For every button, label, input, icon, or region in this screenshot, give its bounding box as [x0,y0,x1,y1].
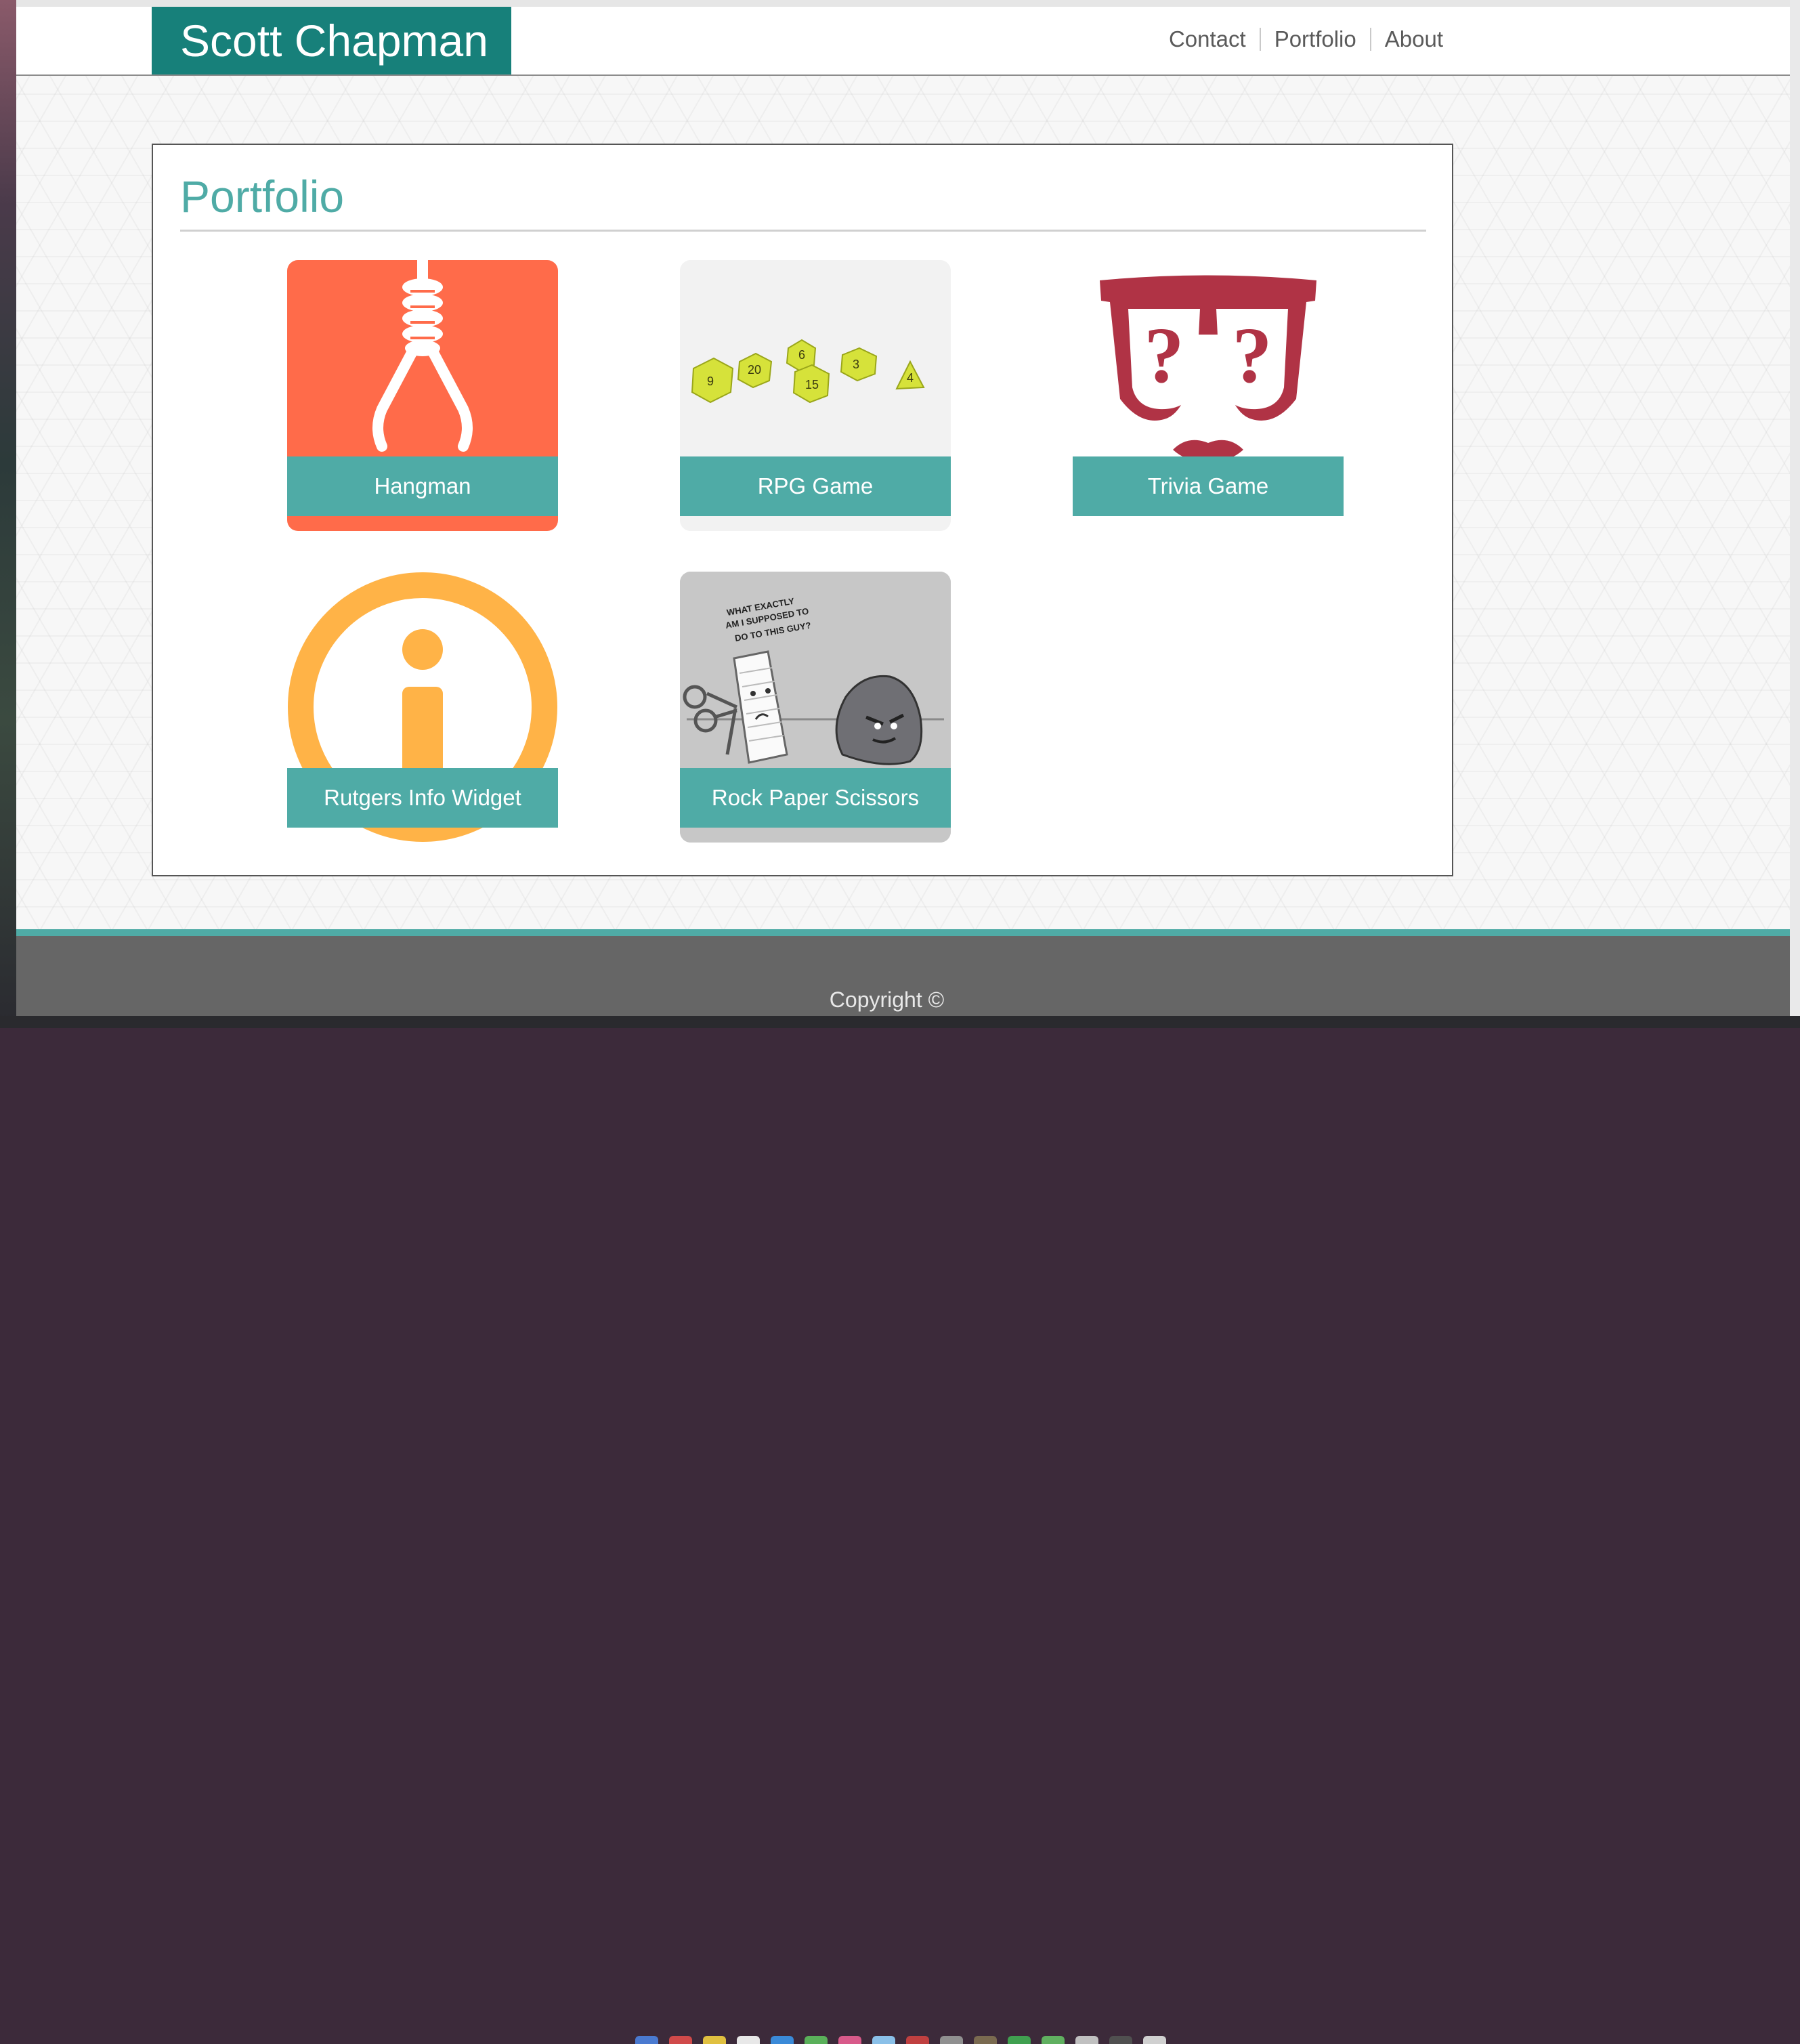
footer-accent-stripe [16,929,1790,936]
project-card-trivia[interactable]: ? ? Trivia Game [1073,260,1344,531]
svg-text:?: ? [1144,311,1184,400]
svg-text:20: 20 [748,363,761,377]
desktop-wallpaper [0,0,16,1028]
project-label-rock-paper-scissors: Rock Paper Scissors [680,768,951,828]
browser-top-edge [16,0,1790,7]
project-card-rock-paper-scissors[interactable]: WHAT EXACTLY AM I SUPPOSED TO DO TO THIS… [680,572,951,843]
copyright-text: Copyright © [829,987,945,1012]
svg-text:3: 3 [853,358,859,371]
title-divider [180,230,1426,232]
page-title: Portfolio [180,171,345,221]
dock-icons [635,2036,1166,2044]
site-brand[interactable]: Scott Chapman [152,7,511,74]
project-card-rpg[interactable]: 9 20 6 15 3 4 RPG Game [680,260,951,531]
svg-text:6: 6 [798,348,805,362]
main-nav: Contact Portfolio About [1155,24,1457,54]
svg-text:15: 15 [805,378,819,391]
site-footer: Copyright © [16,936,1790,1016]
svg-text:4: 4 [907,371,914,385]
browser-page: Scott Chapman Contact Portfolio About Po… [16,0,1790,1016]
portfolio-panel: Portfolio Hangman 9 20 6 15 3 4 RPG Game… [152,144,1453,876]
project-label-trivia: Trivia Game [1073,456,1344,516]
project-label-hangman: Hangman [287,456,558,516]
project-label-rpg: RPG Game [680,456,951,516]
project-label-rutgers-info: Rutgers Info Widget [287,768,558,828]
nav-contact[interactable]: Contact [1155,24,1260,54]
nav-about[interactable]: About [1371,24,1457,54]
svg-text:?: ? [1233,311,1272,400]
dock [0,1016,1800,2044]
footer-copyright-wrap: Copyright © [16,987,1790,1013]
adjacent-window-edge [1790,0,1800,1028]
svg-text:9: 9 [707,375,714,388]
nav-portfolio[interactable]: Portfolio [1261,24,1370,54]
project-card-hangman[interactable]: Hangman [287,260,558,531]
site-header: Scott Chapman Contact Portfolio About [16,7,1790,76]
project-card-rutgers-info[interactable]: Rutgers Info Widget [287,572,558,843]
